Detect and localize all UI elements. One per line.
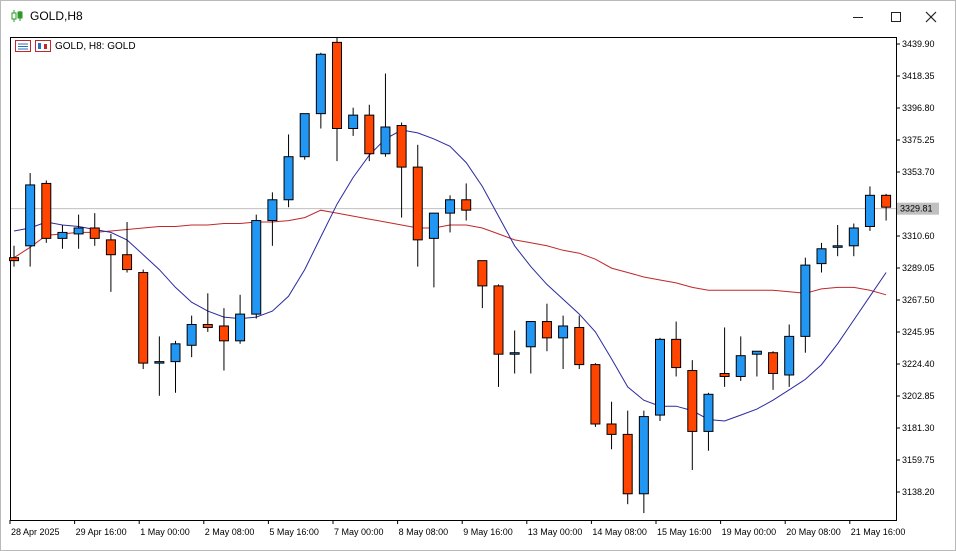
candle-body <box>881 194 892 208</box>
candle-body <box>235 313 246 342</box>
candle-body <box>687 370 698 432</box>
candle-body <box>719 373 730 377</box>
x-tick-label: 15 May 16:00 <box>657 527 712 537</box>
chart-window: GOLD,H8 3439.90 3418.35 3396.80 3375.25 3353… <box>0 0 956 551</box>
y-tick-label: 3353.70 <box>902 167 935 177</box>
indicator-icon[interactable] <box>35 40 51 52</box>
candle-body <box>170 343 181 363</box>
candle-body <box>122 254 133 271</box>
candle-body <box>751 350 762 355</box>
y-tick-label: 3289.05 <box>902 263 935 273</box>
candle-body <box>186 324 197 346</box>
candle-body <box>283 156 294 201</box>
candle-body <box>832 245 843 248</box>
x-tick-label: 7 May 00:00 <box>334 527 384 537</box>
candle-body <box>364 114 375 155</box>
candle-body <box>541 321 552 339</box>
candle-body <box>154 361 165 364</box>
candle-body <box>315 53 326 115</box>
candle-body <box>735 355 746 377</box>
y-tick-label: 3202.85 <box>902 391 935 401</box>
x-tick-label: 19 May 00:00 <box>722 527 777 537</box>
candle-body <box>267 199 278 222</box>
y-tick-label: 3396.80 <box>902 103 935 113</box>
candle-body <box>251 220 262 315</box>
candlestick-chart[interactable]: 3439.90 3418.35 3396.80 3375.25 3353.70 3310.… <box>1 1 955 550</box>
candle-body <box>138 272 149 364</box>
x-tick-label: 28 Apr 2025 <box>11 527 60 537</box>
y-tick-label: 3310.60 <box>902 231 935 241</box>
candle-body <box>493 285 504 355</box>
x-tick-label: 9 May 16:00 <box>463 527 513 537</box>
candle-body <box>784 335 795 376</box>
chart-symbol-label: GOLD, H8: GOLD <box>55 40 136 52</box>
candle-body <box>25 184 36 247</box>
trade-panel-icon[interactable] <box>15 40 31 52</box>
candle-body <box>412 166 423 241</box>
candle-body <box>218 325 229 342</box>
x-tick-label: 21 May 16:00 <box>851 527 906 537</box>
candle-body <box>574 326 585 366</box>
candle-body <box>800 264 811 337</box>
candle-body <box>703 393 714 432</box>
y-tick-label: 3267.50 <box>902 295 935 305</box>
x-tick-label: 5 May 16:00 <box>269 527 319 537</box>
candle-body <box>606 423 617 435</box>
candle-body <box>671 338 682 369</box>
candle-body <box>428 212 439 239</box>
x-tick-label: 14 May 08:00 <box>592 527 647 537</box>
candle-body <box>396 125 407 168</box>
candle-body <box>348 114 359 129</box>
candle-body <box>509 352 520 355</box>
candle-body <box>477 260 488 287</box>
x-tick-label: 13 May 00:00 <box>528 527 583 537</box>
candle-body <box>89 227 100 239</box>
x-tick-label: 2 May 08:00 <box>205 527 255 537</box>
candle-body <box>105 239 116 256</box>
candle-body <box>622 433 633 495</box>
candle-body <box>57 231 68 239</box>
candle-body <box>41 182 52 239</box>
x-tick-label: 20 May 08:00 <box>786 527 841 537</box>
candle-body <box>461 199 472 211</box>
candle-body <box>590 364 601 425</box>
candle-body <box>848 227 859 247</box>
candle-body <box>332 41 342 129</box>
candle-body <box>9 257 19 262</box>
candle-body <box>445 199 456 214</box>
candle-body <box>558 325 569 339</box>
chart-label: GOLD, H8: GOLD <box>15 40 136 52</box>
candle-body <box>299 113 310 158</box>
x-tick-label: 29 Apr 16:00 <box>76 527 127 537</box>
candle-body <box>864 194 875 227</box>
x-tick-label: 8 May 08:00 <box>399 527 449 537</box>
candle-body <box>73 227 84 235</box>
y-tick-label: 3375.25 <box>902 135 935 145</box>
y-tick-label: 3181.30 <box>902 423 935 433</box>
candle-body <box>525 321 536 348</box>
x-tick-label: 1 May 00:00 <box>140 527 190 537</box>
candle-body <box>380 126 391 155</box>
y-tick-label: 3224.40 <box>902 359 935 369</box>
y-tick-label: 3439.90 <box>902 39 935 49</box>
candle-body <box>816 248 827 265</box>
y-tick-label: 3138.20 <box>902 487 935 497</box>
candle-body <box>768 352 779 375</box>
y-tick-label: 3418.35 <box>902 71 935 81</box>
current-price-label: 3329.81 <box>900 204 933 214</box>
y-tick-label: 3159.75 <box>902 455 935 465</box>
candle-body <box>202 324 213 328</box>
y-tick-label: 3245.95 <box>902 327 935 337</box>
candle-body <box>655 338 665 416</box>
candle-body <box>638 416 649 495</box>
